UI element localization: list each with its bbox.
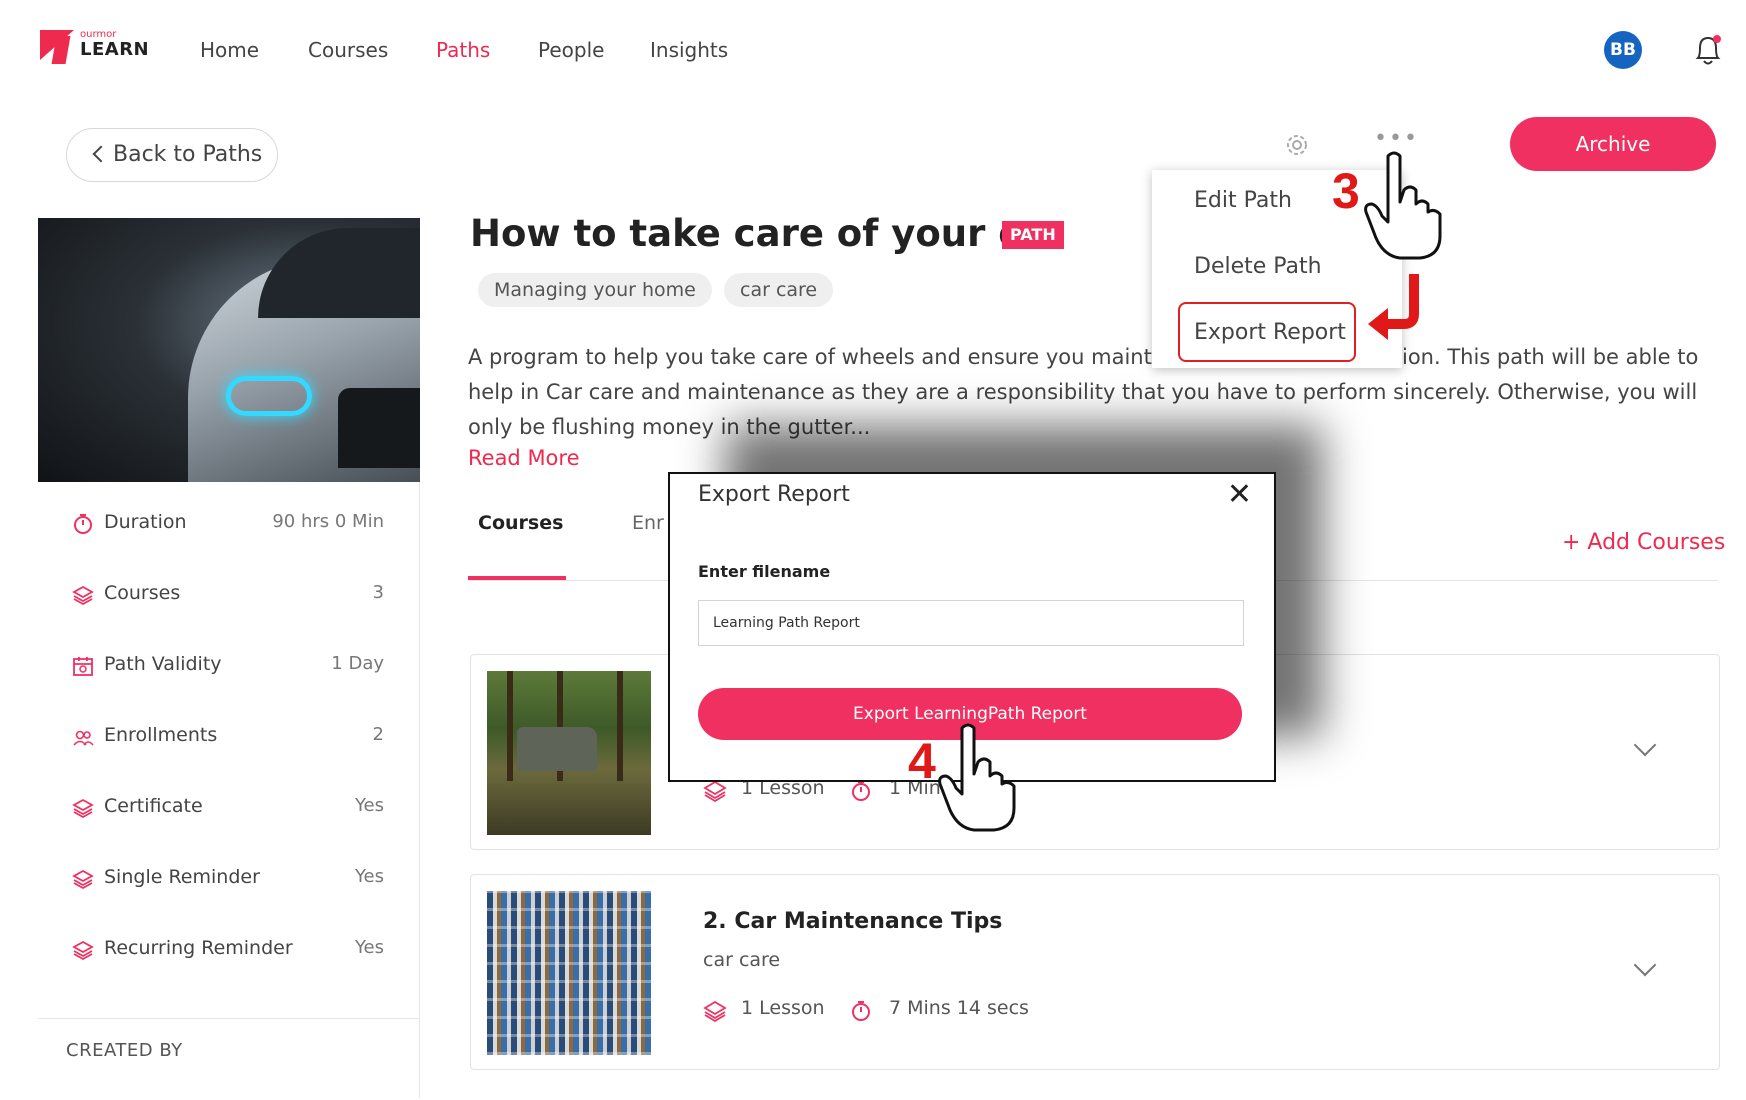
highlight-box [1178,302,1356,362]
archive-button[interactable]: Archive [1510,117,1716,171]
nav-people[interactable]: People [538,38,604,62]
stat-label: Single Reminder [104,866,260,888]
tag-chip[interactable]: car care [724,273,834,307]
path-description-line: A program to help you take care of wheel… [468,345,1152,369]
stat-value: Yes [354,866,384,887]
stat-value: 3 [372,582,384,603]
path-type-badge: PATH [1002,221,1064,249]
stopwatch-icon [852,781,870,801]
red-arrow-icon [1368,274,1419,340]
calendar-clock-icon [73,657,93,676]
stopwatch-icon [852,1001,870,1021]
settings-gear-icon[interactable] [1282,130,1312,160]
filename-label: Enter filename [698,562,831,581]
course-lessons: 1 Lesson [741,997,825,1019]
chevron-down-icon[interactable] [1633,953,1657,977]
path-title: How to take care of your car [470,212,1064,255]
stat-value: 2 [372,724,384,745]
more-options-button[interactable]: ••• [1374,126,1419,151]
stat-label: Certificate [104,795,203,817]
stat-value: 90 hrs 0 Min [272,511,384,532]
nav-paths[interactable]: Paths [436,38,490,62]
step-number: 4 [908,733,936,789]
course-title[interactable]: 2. Car Maintenance Tips [703,909,1002,934]
dialog-title: Export Report [698,482,850,507]
layers-icon [72,869,94,890]
path-description-line: ion. This path will be able to [1402,345,1699,369]
stat-value: Yes [354,937,384,958]
stat-label: Courses [104,582,181,604]
path-description-line: help in Car care and maintenance as they… [468,380,1698,404]
layers-icon [72,585,94,606]
tab-courses[interactable]: Courses [478,512,563,534]
stat-enrollments: Enrollments 2 [38,718,420,758]
course-card[interactable]: 2. Car Maintenance Tips car care 1 Lesso… [470,874,1720,1070]
course-duration: 7 Mins 14 secs [889,997,1029,1019]
jeep-image [517,727,597,771]
pointer-hand-icon [938,723,1016,832]
menu-item-edit-path[interactable]: Edit Path [1194,188,1292,213]
stat-certificate: Certificate Yes [38,789,420,829]
layers-icon [703,1000,727,1023]
user-avatar[interactable]: BB [1604,31,1642,69]
stat-path-validity: Path Validity 1 Day [38,647,420,687]
layers-icon [72,798,94,819]
stat-single-reminder: Single Reminder Yes [38,860,420,900]
layers-icon [703,780,727,803]
stat-label: Duration [104,511,187,533]
stat-courses: Courses 3 [38,576,420,616]
tab-enrollments[interactable]: Enr [632,512,664,534]
chevron-down-icon[interactable] [1633,733,1657,757]
users-icon [73,730,94,746]
stopwatch-icon [74,514,92,534]
course-thumbnail [487,671,651,835]
course-thumbnail [487,891,651,1055]
pointer-hand-icon [1364,151,1442,260]
stat-label: Path Validity [104,653,222,675]
divider [38,1018,420,1019]
stats-list: Duration 90 hrs 0 Min Courses 3 Path Val… [38,0,420,1100]
menu-item-delete-path[interactable]: Delete Path [1194,254,1322,279]
stat-duration: Duration 90 hrs 0 Min [38,505,420,545]
read-more-link[interactable]: Read More [468,446,580,470]
stat-value: Yes [354,795,384,816]
step-number: 3 [1332,163,1360,219]
stat-label: Recurring Reminder [104,937,293,959]
close-icon[interactable]: ✕ [1227,480,1252,510]
nav-insights[interactable]: Insights [650,38,728,62]
course-tag: car care [703,949,781,971]
notification-bell-icon[interactable] [1690,30,1726,70]
stat-label: Enrollments [104,724,218,746]
add-courses-link[interactable]: + Add Courses [1562,530,1725,555]
tag-chip[interactable]: Managing your home [478,273,712,307]
stat-value: 1 Day [331,653,384,674]
created-by-label: CREATED BY [66,1040,183,1061]
filename-input[interactable] [698,600,1244,646]
stat-recurring-reminder: Recurring Reminder Yes [38,931,420,971]
layers-icon [72,940,94,961]
